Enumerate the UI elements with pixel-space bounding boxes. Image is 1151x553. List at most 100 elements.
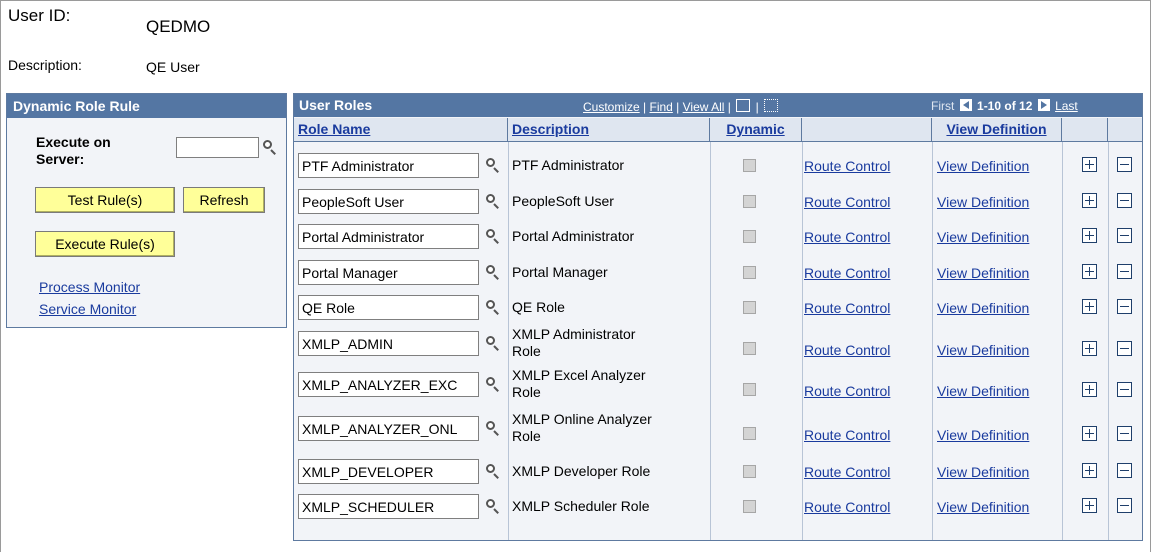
- user-id-value: QEDMO: [146, 17, 211, 36]
- route-control-link[interactable]: Route Control: [804, 383, 890, 399]
- role-description-line2: Role: [512, 343, 541, 359]
- route-control-link[interactable]: Route Control: [804, 229, 890, 245]
- role-description: XMLP Scheduler Role: [512, 498, 712, 515]
- role-description-line1: QE Role: [512, 299, 565, 315]
- find-link[interactable]: Find: [649, 100, 672, 114]
- view-definition-link[interactable]: View Definition: [937, 499, 1029, 515]
- role-search-icon[interactable]: [485, 193, 501, 209]
- dynamic-checkbox[interactable]: [743, 230, 756, 243]
- next-arrow-icon[interactable]: [1037, 99, 1050, 111]
- role-name-input[interactable]: [298, 331, 479, 356]
- role-search-icon[interactable]: [485, 463, 501, 479]
- role-name-input[interactable]: [298, 224, 479, 249]
- delete-row-button[interactable]: [1117, 299, 1132, 314]
- add-row-button[interactable]: [1082, 426, 1097, 441]
- dynamic-checkbox[interactable]: [743, 159, 756, 172]
- view-definition-link[interactable]: View Definition: [937, 300, 1029, 316]
- col-role-name[interactable]: Role Name: [294, 118, 508, 141]
- route-control-link[interactable]: Route Control: [804, 194, 890, 210]
- first-label[interactable]: First: [931, 99, 954, 113]
- route-control-link[interactable]: Route Control: [804, 158, 890, 174]
- role-name-input[interactable]: [298, 372, 479, 397]
- view-definition-link[interactable]: View Definition: [937, 229, 1029, 245]
- delete-row-button[interactable]: [1117, 382, 1132, 397]
- role-search-icon[interactable]: [485, 335, 501, 351]
- add-row-button[interactable]: [1082, 299, 1097, 314]
- view-definition-link[interactable]: View Definition: [937, 194, 1029, 210]
- refresh-button[interactable]: Refresh: [183, 187, 265, 213]
- customize-link[interactable]: Customize: [583, 100, 640, 114]
- view-definition-link[interactable]: View Definition: [937, 158, 1029, 174]
- service-monitor-link[interactable]: Service Monitor: [39, 301, 136, 317]
- role-search-icon[interactable]: [485, 228, 501, 244]
- route-control-link[interactable]: Route Control: [804, 427, 890, 443]
- dynamic-checkbox[interactable]: [743, 427, 756, 440]
- table-row: XMLP Developer Role Route Control View Def…: [294, 455, 1142, 490]
- role-search-icon[interactable]: [485, 264, 501, 280]
- col-dynamic[interactable]: Dynamic: [710, 118, 802, 141]
- route-control-link[interactable]: Route Control: [804, 265, 890, 281]
- dynamic-checkbox[interactable]: [743, 342, 756, 355]
- delete-row-button[interactable]: [1117, 264, 1132, 279]
- role-search-icon[interactable]: [485, 420, 501, 436]
- view-definition-link[interactable]: View Definition: [937, 342, 1029, 358]
- role-name-input[interactable]: [298, 416, 479, 441]
- role-name-input[interactable]: [298, 295, 479, 320]
- server-input[interactable]: [176, 137, 259, 158]
- delete-row-button[interactable]: [1117, 426, 1132, 441]
- add-row-button[interactable]: [1082, 264, 1097, 279]
- last-link[interactable]: Last: [1055, 99, 1078, 113]
- dynamic-checkbox[interactable]: [743, 195, 756, 208]
- prev-arrow-icon[interactable]: [959, 99, 972, 111]
- header-divider: [294, 141, 1142, 142]
- role-search-icon[interactable]: [485, 299, 501, 315]
- add-row-button[interactable]: [1082, 157, 1097, 172]
- delete-row-button[interactable]: [1117, 463, 1132, 478]
- role-name-input[interactable]: [298, 153, 479, 178]
- view-definition-link[interactable]: View Definition: [937, 464, 1029, 480]
- download-grid-icon[interactable]: [764, 99, 779, 112]
- route-control-link[interactable]: Route Control: [804, 499, 890, 515]
- add-row-button[interactable]: [1082, 463, 1097, 478]
- test-rules-button[interactable]: Test Rule(s): [35, 187, 175, 213]
- delete-row-button[interactable]: [1117, 341, 1132, 356]
- dynamic-checkbox[interactable]: [743, 500, 756, 513]
- server-search-icon[interactable]: [262, 139, 278, 155]
- route-control-link[interactable]: Route Control: [804, 342, 890, 358]
- col-view-definition[interactable]: View Definition: [932, 118, 1062, 141]
- execute-rules-button[interactable]: Execute Rule(s): [35, 231, 175, 257]
- delete-row-button[interactable]: [1117, 193, 1132, 208]
- role-name-input[interactable]: [298, 189, 479, 214]
- add-row-button[interactable]: [1082, 341, 1097, 356]
- role-name-input[interactable]: [298, 494, 479, 519]
- add-row-button[interactable]: [1082, 498, 1097, 513]
- role-name-input[interactable]: [298, 459, 479, 484]
- route-control-link[interactable]: Route Control: [804, 300, 890, 316]
- route-control-link[interactable]: Route Control: [804, 464, 890, 480]
- role-name-input[interactable]: [298, 260, 479, 285]
- role-search-icon[interactable]: [485, 376, 501, 392]
- view-definition-link[interactable]: View Definition: [937, 427, 1029, 443]
- role-description: Portal Manager: [512, 264, 712, 281]
- description-value: QE User: [146, 59, 200, 75]
- role-description: XMLP Administrator Role: [512, 326, 712, 360]
- col-description[interactable]: Description: [508, 118, 710, 141]
- delete-row-button[interactable]: [1117, 498, 1132, 513]
- add-row-button[interactable]: [1082, 382, 1097, 397]
- dynamic-checkbox[interactable]: [743, 301, 756, 314]
- new-window-icon[interactable]: [736, 99, 751, 112]
- view-all-link[interactable]: View All: [683, 100, 725, 114]
- view-definition-link[interactable]: View Definition: [937, 265, 1029, 281]
- delete-row-button[interactable]: [1117, 157, 1132, 172]
- dynamic-checkbox[interactable]: [743, 383, 756, 396]
- process-monitor-link[interactable]: Process Monitor: [39, 279, 140, 295]
- role-search-icon[interactable]: [485, 498, 501, 514]
- view-definition-link[interactable]: View Definition: [937, 383, 1029, 399]
- add-row-button[interactable]: [1082, 228, 1097, 243]
- dynamic-checkbox[interactable]: [743, 465, 756, 478]
- add-row-button[interactable]: [1082, 193, 1097, 208]
- role-search-icon[interactable]: [485, 157, 501, 173]
- dynamic-checkbox[interactable]: [743, 266, 756, 279]
- user-id-label: User ID:: [8, 6, 71, 25]
- delete-row-button[interactable]: [1117, 228, 1132, 243]
